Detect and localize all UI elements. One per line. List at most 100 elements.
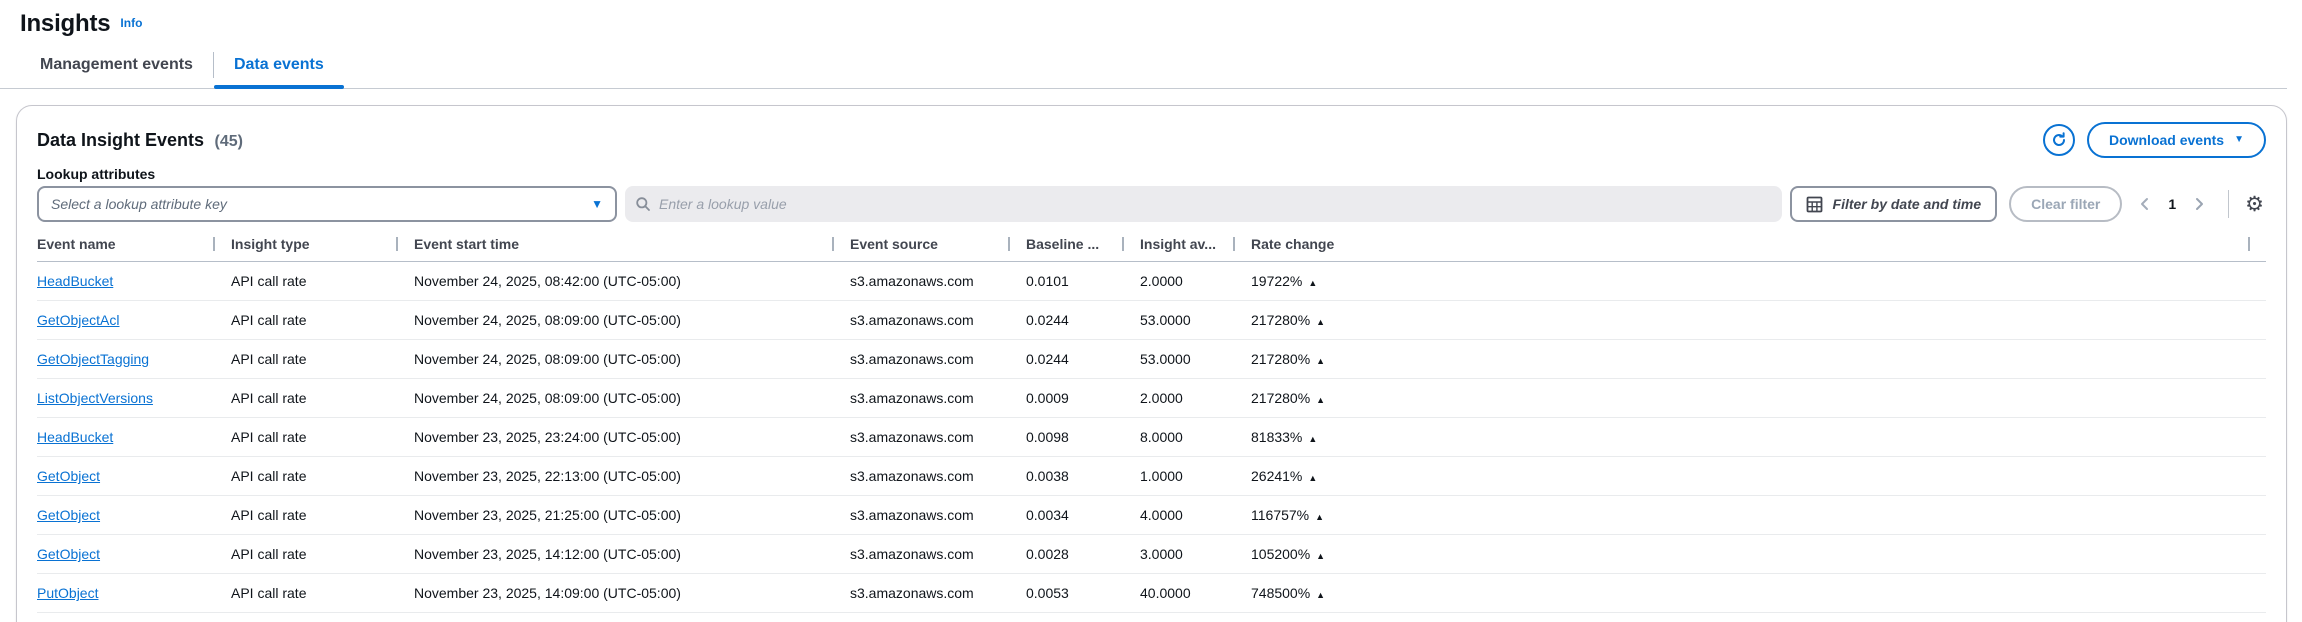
table-settings-button[interactable]: ⚙: [2243, 194, 2266, 215]
baseline-cell: 0.0244: [1026, 312, 1069, 328]
baseline-cell: 0.0098: [1026, 429, 1069, 445]
info-link[interactable]: Info: [120, 16, 142, 30]
column-header-insight-type: Insight type: [231, 236, 414, 252]
rate-change-cell: 217280% ▲: [1251, 312, 2266, 328]
column-header-event-name: Event name: [37, 236, 231, 252]
event-name-link[interactable]: GetObjectAcl: [37, 312, 119, 328]
rate-change-cell: 26241% ▲: [1251, 468, 2266, 484]
date-filter-button[interactable]: Filter by date and time: [1789, 186, 1998, 222]
event-start-time-cell: November 23, 2025, 21:25:00 (UTC-05:00): [414, 507, 681, 523]
table-row: GetObject API call rate November 23, 202…: [37, 496, 2266, 535]
event-name-link[interactable]: PutObject: [37, 585, 98, 601]
event-name-link[interactable]: GetObject: [37, 507, 100, 523]
refresh-button[interactable]: [2042, 124, 2075, 156]
pagination: 1: [2132, 191, 2212, 217]
event-name-link[interactable]: HeadBucket: [37, 429, 113, 445]
column-header-rate-change: Rate change: [1251, 236, 2266, 252]
insight-type-cell: API call rate: [231, 351, 307, 367]
clear-filter-button[interactable]: Clear filter: [2009, 186, 2123, 222]
panel-title-group: Data Insight Events (45): [37, 130, 243, 151]
trend-up-icon: ▲: [1315, 512, 1325, 522]
gear-icon: ⚙: [2245, 192, 2264, 216]
insight-average-cell: 53.0000: [1140, 312, 1191, 328]
insight-average-cell: 3.0000: [1140, 546, 1183, 562]
event-name-cell: GetObjectAcl: [37, 312, 231, 328]
panel-actions: Download events ▼: [2042, 122, 2266, 158]
download-events-button[interactable]: Download events ▼: [2086, 122, 2266, 158]
insight-type-cell: API call rate: [231, 429, 307, 445]
trend-up-icon: ▲: [1316, 590, 1326, 600]
event-start-time-cell: November 24, 2025, 08:42:00 (UTC-05:00): [414, 273, 681, 289]
date-filter-label: Filter by date and time: [1832, 196, 1982, 212]
table-row: GetObjectAcl API call rate November 24, …: [37, 301, 2266, 340]
event-name-cell: GetObjectTagging: [37, 351, 231, 367]
event-name-cell: GetObject: [37, 468, 231, 484]
trend-up-icon: ▲: [1308, 278, 1318, 288]
baseline-cell: 0.0034: [1026, 507, 1069, 523]
event-start-time-cell: November 24, 2025, 08:09:00 (UTC-05:00): [414, 351, 681, 367]
trend-up-icon: ▲: [1308, 473, 1318, 483]
table-header-row: Event name Insight type Event start time…: [37, 236, 2266, 262]
event-source-cell: s3.amazonaws.com: [850, 312, 974, 328]
insight-average-cell: 1.0000: [1140, 468, 1183, 484]
events-table: Event name Insight type Event start time…: [17, 236, 2286, 613]
rate-change-value: 26241%: [1251, 468, 1303, 484]
data-insight-events-panel: Data Insight Events (45) Download events…: [16, 105, 2287, 622]
event-start-time-cell: November 24, 2025, 08:09:00 (UTC-05:00): [414, 312, 681, 328]
previous-page-button[interactable]: [2132, 191, 2158, 217]
table-row: GetObject API call rate November 23, 202…: [37, 535, 2266, 574]
event-source-cell: s3.amazonaws.com: [850, 468, 974, 484]
rate-change-value: 19722%: [1251, 273, 1303, 289]
event-source-cell: s3.amazonaws.com: [850, 351, 974, 367]
event-start-time-cell: November 23, 2025, 22:13:00 (UTC-05:00): [414, 468, 681, 484]
event-name-cell: GetObject: [37, 546, 231, 562]
column-header-baseline: Baseline ...: [1026, 236, 1140, 252]
event-start-time-cell: November 23, 2025, 23:24:00 (UTC-05:00): [414, 429, 681, 445]
event-source-cell: s3.amazonaws.com: [850, 429, 974, 445]
panel-title: Data Insight Events: [37, 129, 205, 150]
insight-average-cell: 53.0000: [1140, 351, 1191, 367]
insight-type-cell: API call rate: [231, 273, 307, 289]
baseline-cell: 0.0038: [1026, 468, 1069, 484]
rate-change-cell: 217280% ▲: [1251, 390, 2266, 406]
filter-section: Lookup attributes Select a lookup attrib…: [17, 158, 2286, 222]
table-row: HeadBucket API call rate November 24, 20…: [37, 262, 2266, 301]
lookup-attribute-select[interactable]: Select a lookup attribute key ▼: [37, 186, 617, 222]
chevron-down-icon: ▼: [2234, 134, 2244, 145]
baseline-cell: 0.0101: [1026, 273, 1069, 289]
tab-data-events[interactable]: Data events: [213, 48, 344, 89]
trend-up-icon: ▲: [1316, 356, 1326, 366]
lookup-value-searchbox: [625, 186, 1782, 222]
rate-change-value: 748500%: [1251, 585, 1311, 601]
rate-change-value: 105200%: [1251, 546, 1311, 562]
lookup-value-input[interactable]: [659, 196, 1772, 212]
page-title: Insights: [20, 10, 111, 37]
event-name-link[interactable]: GetObject: [37, 468, 100, 484]
event-name-link[interactable]: GetObjectTagging: [37, 351, 149, 367]
panel-header: Data Insight Events (45) Download events…: [17, 106, 2286, 158]
event-name-link[interactable]: ListObjectVersions: [37, 390, 153, 406]
insight-average-cell: 40.0000: [1140, 585, 1191, 601]
event-start-time-cell: November 23, 2025, 14:09:00 (UTC-05:00): [414, 585, 681, 601]
event-name-link[interactable]: GetObject: [37, 546, 100, 562]
event-name-link[interactable]: HeadBucket: [37, 273, 113, 289]
insight-type-cell: API call rate: [231, 390, 307, 406]
table-body: HeadBucket API call rate November 24, 20…: [37, 262, 2266, 613]
event-source-cell: s3.amazonaws.com: [850, 390, 974, 406]
rate-change-value: 81833%: [1251, 429, 1303, 445]
column-header-event-source: Event source: [850, 236, 1026, 252]
rate-change-cell: 105200% ▲: [1251, 546, 2266, 562]
tab-management-events[interactable]: Management events: [20, 48, 213, 88]
chevron-down-icon: ▼: [591, 197, 603, 211]
event-source-cell: s3.amazonaws.com: [850, 585, 974, 601]
table-row: PutObject API call rate November 23, 202…: [37, 574, 2266, 613]
event-source-cell: s3.amazonaws.com: [850, 546, 974, 562]
event-source-cell: s3.amazonaws.com: [850, 507, 974, 523]
download-events-label: Download events: [2108, 132, 2225, 148]
insight-average-cell: 2.0000: [1140, 390, 1183, 406]
next-page-button[interactable]: [2186, 191, 2212, 217]
search-icon: [635, 196, 651, 212]
lookup-attributes-label: Lookup attributes: [37, 166, 156, 182]
tab-bar: Management events Data events: [0, 48, 2287, 89]
baseline-cell: 0.0028: [1026, 546, 1069, 562]
